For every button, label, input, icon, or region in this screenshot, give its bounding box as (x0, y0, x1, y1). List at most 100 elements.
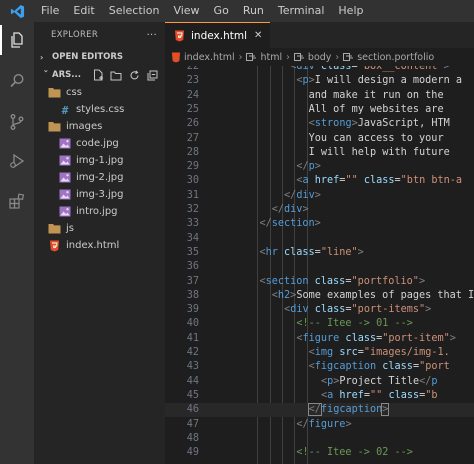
line-number: 32 (186, 204, 199, 215)
chevron-right-icon: › (238, 51, 243, 63)
code-line: 31 </div> (165, 189, 474, 203)
file-styles-css[interactable]: # styles.css (34, 101, 165, 118)
folder-icon (48, 86, 61, 99)
activity-bar (0, 22, 34, 464)
html5-icon (173, 29, 186, 42)
code-text: </p> (296, 160, 321, 174)
image-file-icon (58, 188, 71, 201)
open-editors-label: OPEN EDITORS (52, 52, 124, 62)
code-text: <img src="images/img-1. (309, 346, 450, 360)
code-line: 49 <!-- Itee -> 02 --> (165, 446, 474, 460)
code-line: 35 <hr class="line"> (165, 246, 474, 260)
explorer-title: EXPLORER (51, 30, 99, 40)
menu-run[interactable]: Run (236, 0, 271, 22)
tree-item-label: intro.jpg (76, 206, 118, 217)
code-text: </div> (272, 203, 309, 217)
folder-icon (48, 222, 61, 235)
file-index-html[interactable]: index.html (34, 237, 165, 254)
menu-selection[interactable]: Selection (102, 0, 167, 22)
menu-help[interactable]: Help (331, 0, 370, 22)
chevron-right-icon: › (286, 51, 290, 63)
menu-go[interactable]: Go (207, 0, 236, 22)
open-editors-section[interactable]: › OPEN EDITORS (34, 48, 165, 66)
code-editor[interactable]: 22 <div class="box__content"> 23 <p>I will … (165, 66, 474, 464)
code-text: All of my websites are (309, 103, 450, 117)
code-token: class (376, 361, 413, 373)
code-token: "box__content" (357, 66, 444, 72)
code-token: figure (302, 332, 340, 344)
element-icon (343, 52, 354, 62)
breadcrumb-item[interactable]: body (308, 52, 332, 63)
code-token: <!-- Itee -> 01 --> (296, 318, 413, 330)
file-img-2-jpg[interactable]: img-2.jpg (34, 169, 165, 186)
code-text: </figcaption> (307, 403, 390, 417)
chevron-right-icon: › (40, 52, 44, 62)
line-number: 44 (186, 375, 199, 387)
breadcrumb-item[interactable]: index.html (184, 52, 235, 63)
code-token: class (277, 246, 315, 258)
line-number: 23 (186, 75, 199, 87)
run-debug-icon[interactable] (0, 146, 34, 176)
search-icon[interactable] (0, 66, 34, 96)
breadcrumb-item[interactable]: section.portfolio (357, 52, 434, 63)
extensions-icon[interactable] (0, 186, 34, 216)
code-token: div (296, 189, 315, 201)
explorer-toolbar (91, 68, 165, 82)
file-intro-jpg[interactable]: intro.jpg (34, 203, 165, 220)
code-token: p (431, 375, 438, 387)
tree-item-label: images (66, 121, 103, 132)
css-file-icon: # (58, 103, 71, 116)
code-token: "" (345, 175, 358, 187)
code-text: <strong>JavaScript, HTM (309, 117, 450, 131)
menu-edit[interactable]: Edit (66, 0, 101, 22)
tree-item-label: css (66, 87, 82, 98)
folder-css[interactable]: css (34, 84, 165, 101)
code-token: "" (370, 389, 383, 401)
folder-js[interactable]: js (34, 220, 165, 237)
line-number: 25 (186, 103, 199, 115)
line-number: 49 (186, 447, 199, 459)
new-folder-icon[interactable] (109, 68, 123, 82)
menu-terminal[interactable]: Terminal (271, 0, 332, 22)
refresh-icon[interactable] (127, 68, 141, 82)
close-icon[interactable]: ✕ (254, 30, 262, 41)
code-line: 43 <figcaption class="port (165, 360, 474, 374)
explorer-icon[interactable] (0, 25, 34, 55)
new-file-icon[interactable] (91, 68, 105, 82)
code-token: </ (419, 375, 432, 387)
svg-text:#: # (61, 104, 68, 116)
editor-area: index.html ✕ index.html › html › body › sectio… (165, 22, 474, 464)
element-icon (293, 52, 305, 62)
line-number: 43 (186, 361, 199, 373)
file-code-jpg[interactable]: code.jpg (34, 135, 165, 152)
code-token: > (443, 66, 450, 72)
more-actions-icon[interactable]: ··· (147, 30, 157, 41)
code-token: "port (419, 361, 450, 373)
line-number: 48 (186, 432, 199, 444)
code-token: > (357, 246, 364, 258)
source-control-icon[interactable] (0, 107, 34, 137)
code-token: src (333, 347, 358, 358)
element-icon (246, 52, 257, 62)
code-token: figcaption (314, 361, 377, 373)
code-token: href (333, 389, 364, 401)
breadcrumb-item[interactable]: html (260, 52, 282, 63)
tab-index-html[interactable]: index.html ✕ (165, 22, 271, 48)
collapse-all-icon[interactable] (145, 68, 159, 82)
line-number: 27 (186, 132, 199, 144)
code-text: <!-- Itee -> 02 --> (296, 446, 413, 460)
workspace-section[interactable]: › ARS... (34, 66, 165, 84)
code-token: figcaption (320, 404, 383, 416)
line-number: 29 (186, 161, 199, 173)
code-line: 46 </figcaption> (165, 403, 474, 418)
file-img-1-jpg[interactable]: img-1.jpg (34, 152, 165, 169)
menu-view[interactable]: View (166, 0, 206, 22)
file-img-3-jpg[interactable]: img-3.jpg (34, 186, 165, 203)
code-token: </ (271, 204, 285, 215)
code-token: section (271, 218, 315, 230)
code-token: You can access to your (308, 132, 450, 144)
tab-label: index.html (191, 29, 247, 42)
tree-item-label: styles.css (76, 104, 125, 115)
menu-file[interactable]: File (34, 0, 66, 22)
folder-images[interactable]: images (34, 118, 165, 135)
